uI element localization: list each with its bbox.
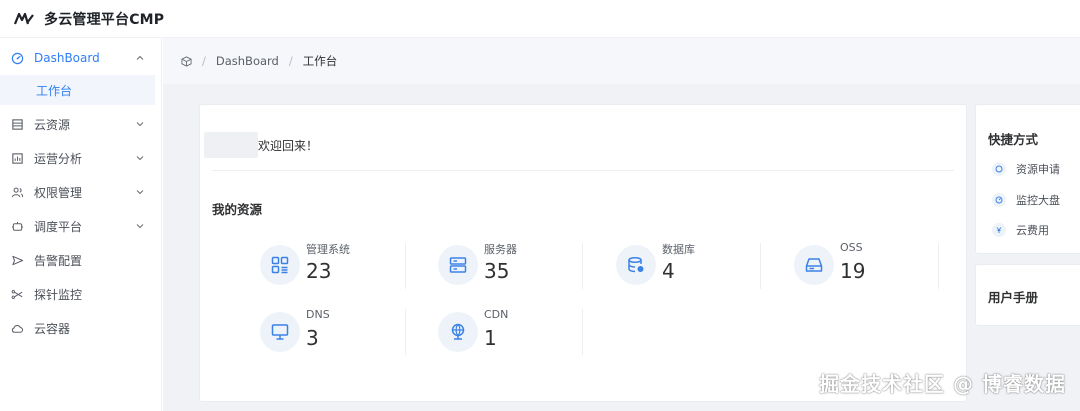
analysis-icon [10, 151, 24, 165]
gauge-icon [992, 193, 1006, 207]
top-header: 多云管理平台CMP [0, 0, 1080, 38]
resource-count: 1 [484, 326, 497, 350]
divider [212, 170, 954, 171]
server-icon [438, 245, 478, 285]
user-manual-card[interactable]: 用户手册 [975, 264, 1080, 326]
sidebar-item-probe[interactable]: 探针监控 [0, 277, 161, 311]
watermark: 掘金技术社区 @ 博睿数据 [819, 372, 1066, 396]
scheduler-icon [10, 219, 24, 233]
cloud-resource-icon [10, 117, 24, 131]
sidebar-item-label: 云资源 [34, 117, 71, 132]
resource-count: 23 [306, 259, 332, 283]
resource-count: 4 [662, 259, 675, 283]
users-icon [10, 185, 24, 199]
main-content: / DashBoard / 工作台 欢迎回来！ 我的资源 管理系统 23 服务器… [163, 38, 1080, 411]
sidebar-item-label: 告警配置 [34, 253, 83, 268]
resource-card-cdn[interactable]: CDN 1 [438, 304, 598, 360]
sidebar-item-dashboard[interactable]: DashBoard [0, 41, 161, 75]
resource-label: 服务器 [484, 243, 517, 256]
cloud-icon [10, 321, 24, 335]
resource-card-dns[interactable]: DNS 3 [260, 304, 420, 360]
chevron-down-icon [136, 190, 144, 195]
resource-label: DNS [306, 308, 330, 321]
sidebar-item-label: 探针监控 [34, 287, 83, 302]
quick-link-label: 资源申请 [1016, 163, 1060, 176]
user-manual-title: 用户手册 [988, 290, 1039, 305]
chevron-down-icon [136, 156, 144, 161]
request-icon [992, 162, 1006, 176]
resource-card-server[interactable]: 服务器 35 [438, 237, 598, 293]
database-icon [616, 245, 656, 285]
breadcrumb-item-current: 工作台 [302, 54, 338, 68]
chevron-down-icon [136, 122, 144, 127]
yuan-icon [992, 223, 1006, 237]
sidebar-item-analysis[interactable]: 运营分析 [0, 141, 161, 175]
resources-title: 我的资源 [212, 202, 263, 217]
sidebar-item-label: 权限管理 [34, 185, 83, 200]
dashboard-icon [10, 51, 24, 65]
quick-links-title: 快捷方式 [988, 132, 1039, 147]
send-icon [10, 253, 24, 267]
grid-icon [260, 245, 300, 285]
app-logo-icon [14, 12, 34, 24]
sidebar-item-workbench[interactable]: 工作台 [0, 75, 155, 105]
breadcrumb-item-dashboard[interactable]: DashBoard [216, 54, 279, 68]
sidebar-sub-label: 工作台 [36, 83, 73, 98]
sidebar-item-permissions[interactable]: 权限管理 [0, 175, 161, 209]
breadcrumb: / DashBoard / 工作台 [163, 38, 1080, 84]
storage-icon [794, 245, 834, 285]
chevron-down-icon [136, 224, 144, 229]
quick-link-label: 监控大盘 [1016, 194, 1060, 207]
breadcrumb-separator: / [288, 54, 293, 68]
resource-card-oss[interactable]: OSS 19 [794, 237, 954, 293]
welcome-row: 欢迎回来！ [204, 132, 318, 158]
app-title: 多云管理平台CMP [44, 11, 165, 28]
sidebar: DashBoard 工作台 云资源 运营分析 权限管理 调度平台 告警配置 探针… [0, 38, 162, 411]
resource-label: 管理系统 [306, 243, 350, 256]
quick-link-label: 云费用 [1016, 224, 1049, 237]
resource-count: 3 [306, 326, 319, 350]
chevron-up-icon [136, 55, 144, 60]
sidebar-item-label: 云容器 [34, 321, 71, 336]
probe-icon [10, 287, 24, 301]
home-cube-icon[interactable] [181, 55, 192, 67]
resource-label: CDN [484, 308, 509, 321]
sidebar-item-scheduler[interactable]: 调度平台 [0, 209, 161, 243]
sidebar-item-label: 调度平台 [34, 219, 83, 234]
resource-label: 数据库 [662, 243, 695, 256]
sidebar-item-label: DashBoard [34, 51, 100, 65]
sidebar-item-container[interactable]: 云容器 [0, 311, 161, 345]
username-redacted [204, 132, 258, 158]
resource-count: 35 [484, 259, 510, 283]
monitor-icon [260, 312, 300, 352]
resource-card-database[interactable]: 数据库 4 [616, 237, 776, 293]
quick-link-cloud-cost[interactable]: 云费用 [992, 220, 1049, 240]
resource-label: OSS [840, 241, 863, 254]
welcome-card: 欢迎回来！ 我的资源 管理系统 23 服务器 35 数据库 4 OSS 19 D… [199, 104, 967, 402]
quick-links-card: 快捷方式 资源申请 监控大盘 云费用 [975, 104, 1080, 254]
resource-count: 19 [840, 259, 866, 283]
quick-link-monitor-dashboard[interactable]: 监控大盘 [992, 190, 1060, 210]
sidebar-item-label: 运营分析 [34, 151, 83, 166]
sidebar-item-alerts[interactable]: 告警配置 [0, 243, 161, 277]
resource-card-management[interactable]: 管理系统 23 [260, 237, 420, 293]
globe-icon [438, 312, 478, 352]
welcome-text: 欢迎回来！ [258, 138, 319, 153]
sidebar-item-cloud-resource[interactable]: 云资源 [0, 107, 161, 141]
breadcrumb-separator: / [202, 54, 206, 68]
quick-link-resource-request[interactable]: 资源申请 [992, 159, 1060, 179]
